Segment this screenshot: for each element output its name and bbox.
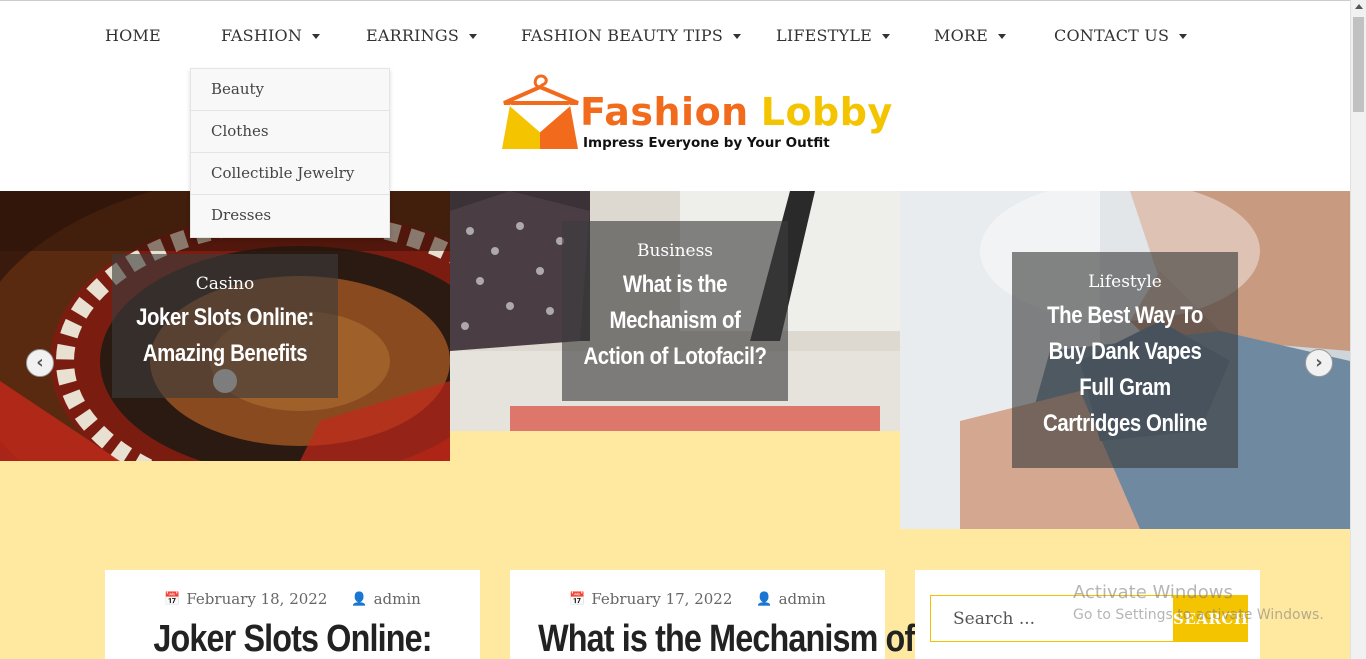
slider-next-button[interactable]: › [1305,349,1333,377]
dropdown-item-clothes[interactable]: Clothes [191,111,389,153]
post-title[interactable]: Joker Slots Online: [133,618,452,659]
post-card: 📅 February 17, 2022 👤 admin What is the … [510,570,915,659]
caret-down-icon [882,33,891,39]
search-input[interactable] [931,596,1173,641]
scroll-up-arrow-icon[interactable] [1355,4,1363,9]
post-author[interactable]: admin [374,590,421,608]
logo-word-lobby: Lobby [760,90,893,134]
nav-home[interactable]: HOME [105,26,221,45]
calendar-icon: 📅 [164,591,181,607]
nav-lifestyle-label: LIFESTYLE [776,25,873,45]
slide-caption: Business What is the Mechanism of Action… [562,221,788,401]
scrollbar-thumb[interactable] [1353,17,1364,112]
nav-earrings-label: EARRINGS [366,25,459,45]
slide-category[interactable]: Business [562,241,788,261]
slide-lifestyle[interactable]: Lifestyle The Best Way To Buy Dank Vapes… [900,191,1350,529]
site-logo[interactable]: Fashion Lobby Impress Everyone by Your Ou… [500,73,892,155]
dropdown-item-dresses[interactable]: Dresses [191,195,389,237]
calendar-icon: 📅 [569,591,586,607]
nav-fashion-beauty-tips-label: FASHION BEAUTY TIPS [521,25,724,45]
nav-lifestyle[interactable]: LIFESTYLE [776,26,934,45]
search-form: Search [930,595,1249,642]
nav-earrings[interactable]: EARRINGS [366,26,521,45]
post-date[interactable]: February 18, 2022 [186,590,327,608]
caret-down-icon [1179,33,1188,39]
slide-caption: Casino Joker Slots Online: Amazing Benef… [112,254,338,398]
hanger-logo-icon [502,74,579,149]
nav-contact-us[interactable]: CONTACT US [1054,25,1188,45]
post-meta: 📅 February 17, 2022 👤 admin [510,590,885,608]
user-icon: 👤 [351,591,368,607]
caret-down-icon [469,33,477,39]
post-meta: 📅 February 18, 2022 👤 admin [105,590,480,608]
slide-title-line[interactable]: The Best Way To [1029,298,1221,334]
nav-home-label: HOME [105,25,161,45]
nav-more-label: MORE [934,25,989,45]
slide-title-line[interactable]: Cartridges Online [1029,406,1221,442]
page-scrollbar[interactable] [1350,0,1366,659]
slide-title-line[interactable]: Buy Dank Vapes [1029,334,1221,370]
slide-category[interactable]: Lifestyle [1012,272,1238,292]
post-author[interactable]: admin [779,590,826,608]
slide-business[interactable]: Business What is the Mechanism of Action… [450,191,900,431]
logo-tagline: Impress Everyone by Your Outfit [583,135,830,151]
dropdown-item-beauty[interactable]: Beauty [191,69,389,111]
slide-category[interactable]: Casino [112,274,338,294]
logo-word-fashion: Fashion [580,90,749,134]
slide-title-line[interactable]: Joker Slots Online: [129,300,321,336]
chevron-right-icon: › [1315,352,1323,373]
slide-caption: Lifestyle The Best Way To Buy Dank Vapes… [1012,252,1238,468]
post-card: 📅 February 18, 2022 👤 admin Joker Slots … [105,570,480,659]
fashion-dropdown-menu: Beauty Clothes Collectible Jewelry Dress… [190,68,390,238]
logo-wordmark: Fashion Lobby [580,90,892,134]
user-icon: 👤 [756,591,773,607]
post-date[interactable]: February 17, 2022 [591,590,732,608]
caret-down-icon [998,33,1007,39]
chevron-left-icon: ‹ [36,352,44,373]
search-button[interactable]: Search [1173,595,1249,642]
nav-fashion[interactable]: FASHION [221,26,366,45]
dropdown-item-collectible-jewelry[interactable]: Collectible Jewelry [191,153,389,195]
slide-title-line[interactable]: Action of Lotofacil? [579,339,771,375]
caret-down-icon [733,33,742,39]
slider-prev-button[interactable]: ‹ [26,349,54,377]
nav-contact-us-label: CONTACT US [1054,25,1170,45]
nav-more[interactable]: MORE [934,26,1054,45]
slide-title-line[interactable]: Amazing Benefits [129,336,321,372]
post-title[interactable]: What is the Mechanism of [538,618,915,659]
slide-title-line[interactable]: What is the [579,267,771,303]
caret-down-icon [312,33,321,39]
nav-fashion-beauty-tips[interactable]: FASHION BEAUTY TIPS [521,26,776,45]
nav-fashion-label: FASHION [221,25,303,45]
slide-title-line[interactable]: Mechanism of [579,303,771,339]
slide-title-line[interactable]: Full Gram [1029,370,1221,406]
main-nav: HOME FASHION EARRINGS FASHION BEAUTY TIP… [105,23,1188,47]
